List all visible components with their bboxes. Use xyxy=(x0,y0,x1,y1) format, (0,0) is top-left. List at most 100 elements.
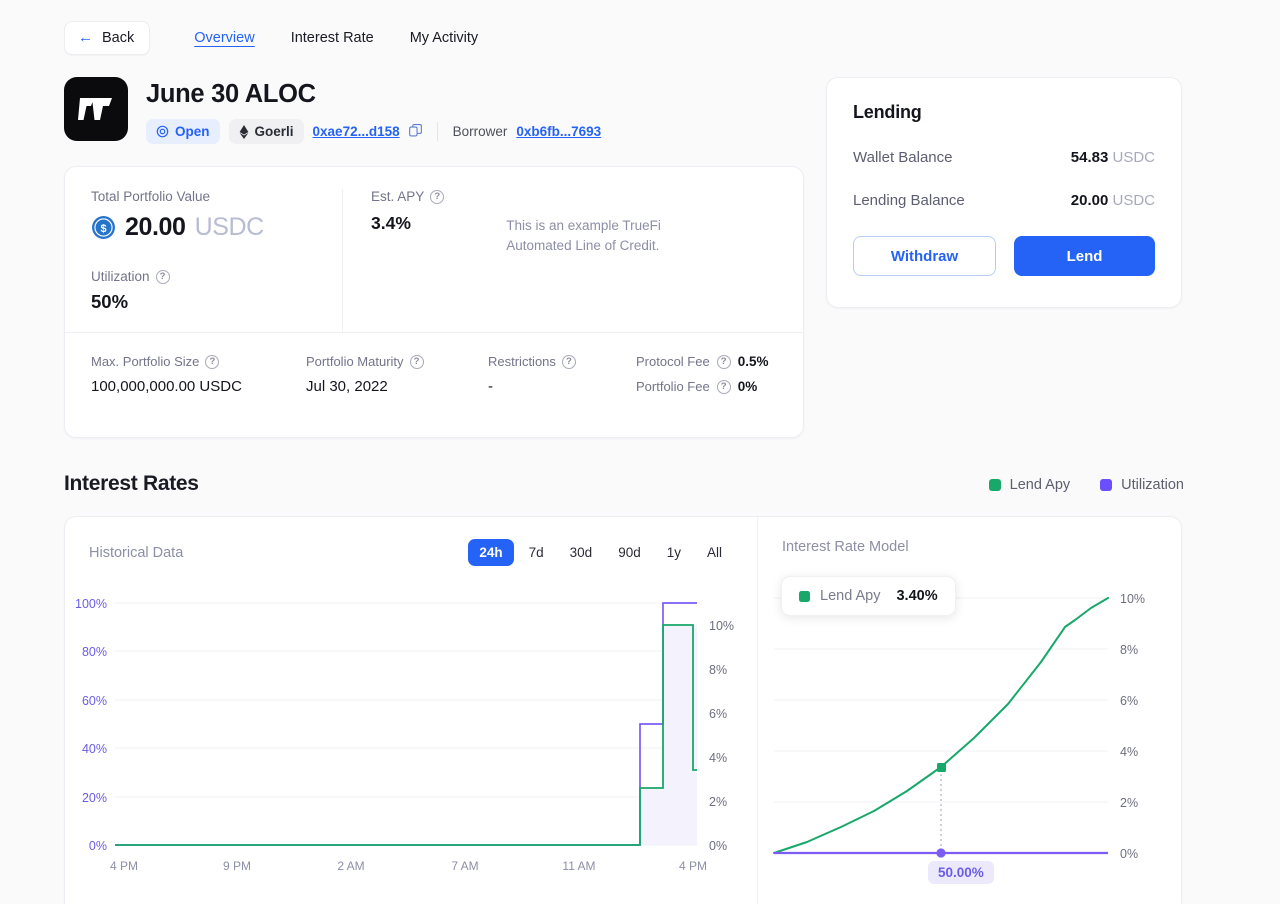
historical-chart-panel: Historical Data 24h 7d 30d 90d 1y All xyxy=(65,517,757,904)
svg-text:4 PM: 4 PM xyxy=(679,859,707,873)
lending-balance-row: Lending Balance 20.00 USDC xyxy=(853,192,1155,209)
lending-title: Lending xyxy=(853,102,1155,123)
portfolio-maturity-label: Portfolio Maturity ? xyxy=(306,354,488,369)
utilization-block: Utilization ? 50% xyxy=(91,269,342,313)
svg-text:6%: 6% xyxy=(709,707,727,721)
max-portfolio-size-value: 100,000,000.00 USDC xyxy=(91,378,306,395)
lend-button[interactable]: Lend xyxy=(1014,236,1155,276)
back-button[interactable]: ← Back xyxy=(64,21,150,55)
legend-swatch-green xyxy=(989,479,1001,491)
est-apy-block: Est. APY ? 3.4% xyxy=(371,189,444,332)
truefi-logo xyxy=(64,77,128,141)
lending-balance-amount: 20.00 xyxy=(1071,192,1109,209)
portfolio-description: This is an example TrueFi Automated Line… xyxy=(506,216,686,332)
top-navigation: ← Back Overview Interest Rate My Activit… xyxy=(64,20,496,56)
lending-card: Lending Wallet Balance 54.83 USDC Lendin… xyxy=(826,77,1182,308)
portfolio-stats-card: Total Portfolio Value $ 20.00 USDC Utili… xyxy=(64,166,804,438)
svg-text:4%: 4% xyxy=(709,751,727,765)
wallet-balance-amount: 54.83 xyxy=(1071,149,1109,166)
utilization-marker-badge: 50.00% xyxy=(928,861,994,884)
help-icon[interactable]: ? xyxy=(156,270,170,284)
max-portfolio-size-label-text: Max. Portfolio Size xyxy=(91,354,199,369)
ethereum-icon xyxy=(239,125,249,139)
status-badge-label: Open xyxy=(175,124,210,139)
help-icon[interactable]: ? xyxy=(717,380,731,394)
help-icon[interactable]: ? xyxy=(717,355,731,369)
chart-tooltip: Lend Apy 3.40% xyxy=(781,576,956,616)
svg-text:0%: 0% xyxy=(709,839,727,853)
meta-divider xyxy=(437,122,438,141)
help-icon[interactable]: ? xyxy=(205,355,219,369)
wallet-balance-currency: USDC xyxy=(1112,149,1155,166)
svg-text:8%: 8% xyxy=(1120,643,1138,657)
portfolio-maturity-block: Portfolio Maturity ? Jul 30, 2022 xyxy=(306,354,488,395)
contract-address-link[interactable]: 0xae72...d158 xyxy=(313,124,400,139)
page-title: June 30 ALOC xyxy=(146,80,601,109)
stats-bottom-row: Max. Portfolio Size ? 100,000,000.00 USD… xyxy=(65,332,803,395)
protocol-fee-row: Protocol Fee ? 0.5% xyxy=(636,354,768,369)
status-badge: Open xyxy=(146,119,220,144)
est-apy-label: Est. APY ? xyxy=(371,189,444,204)
svg-text:11 AM: 11 AM xyxy=(562,859,595,873)
borrower-address-link[interactable]: 0xb6fb...7693 xyxy=(516,124,601,139)
portfolio-maturity-label-text: Portfolio Maturity xyxy=(306,354,404,369)
portfolio-maturity-value: Jul 30, 2022 xyxy=(306,378,488,395)
utilization-label: Utilization ? xyxy=(91,269,342,284)
legend-item-utilization: Utilization xyxy=(1100,477,1184,493)
wallet-balance-label: Wallet Balance xyxy=(853,149,953,166)
svg-text:2%: 2% xyxy=(1120,796,1138,810)
tab-my-activity[interactable]: My Activity xyxy=(392,21,496,55)
legend-label-lend-apy: Lend Apy xyxy=(1010,477,1070,493)
restrictions-label-text: Restrictions xyxy=(488,354,556,369)
arrow-left-icon: ← xyxy=(78,30,93,45)
portfolio-meta: Open Goerli 0xae72...d158 xyxy=(146,119,601,144)
svg-text:8%: 8% xyxy=(709,663,727,677)
back-button-label: Back xyxy=(102,30,134,46)
withdraw-button[interactable]: Withdraw xyxy=(853,236,996,276)
lending-balance-value: 20.00 USDC xyxy=(1071,192,1155,209)
utilization-marker-dot xyxy=(936,848,945,857)
portfolio-header-text: June 30 ALOC Open Goerli 0xae72.. xyxy=(146,77,601,144)
portfolio-fee-row: Portfolio Fee ? 0% xyxy=(636,379,768,394)
gridlines xyxy=(115,603,697,845)
restrictions-block: Restrictions ? - xyxy=(488,354,636,395)
network-badge-label: Goerli xyxy=(255,124,294,139)
borrower-label: Borrower xyxy=(453,124,508,139)
tab-overview[interactable]: Overview xyxy=(176,21,272,55)
total-portfolio-value-currency: USDC xyxy=(195,213,264,242)
max-portfolio-size-block: Max. Portfolio Size ? 100,000,000.00 USD… xyxy=(91,354,306,395)
interest-rates-title: Interest Rates xyxy=(64,472,199,496)
portfolio-header: June 30 ALOC Open Goerli 0xae72.. xyxy=(64,77,601,144)
help-icon[interactable]: ? xyxy=(410,355,424,369)
svg-text:10%: 10% xyxy=(709,619,734,633)
charts-split: Historical Data 24h 7d 30d 90d 1y All xyxy=(65,517,1181,904)
help-icon[interactable]: ? xyxy=(562,355,576,369)
usdc-coin-icon: $ xyxy=(91,215,116,240)
utilization-label-text: Utilization xyxy=(91,269,150,284)
svg-text:10%: 10% xyxy=(1120,592,1145,606)
total-portfolio-value-amount: 20.00 xyxy=(125,213,186,242)
copy-icon[interactable] xyxy=(409,124,422,139)
stats-top-row: Total Portfolio Value $ 20.00 USDC Utili… xyxy=(65,167,803,332)
help-icon[interactable]: ? xyxy=(430,190,444,204)
est-apy-value: 3.4% xyxy=(371,213,444,234)
total-portfolio-value: $ 20.00 USDC xyxy=(91,213,342,242)
tab-interest-rate[interactable]: Interest Rate xyxy=(273,21,392,55)
tooltip-value: 3.40% xyxy=(896,588,937,604)
legend-item-lend-apy: Lend Apy xyxy=(989,477,1070,493)
utilization-series xyxy=(115,603,697,845)
legend-swatch-purple xyxy=(1100,479,1112,491)
svg-text:6%: 6% xyxy=(1120,694,1138,708)
svg-text:100%: 100% xyxy=(75,597,107,611)
svg-text:2 AM: 2 AM xyxy=(337,859,364,873)
svg-text:4 PM: 4 PM xyxy=(110,859,138,873)
portfolio-fee-label: Portfolio Fee xyxy=(636,379,710,394)
apy-and-description: Est. APY ? 3.4% This is an example TrueF… xyxy=(342,189,803,332)
nav-tabs: Overview Interest Rate My Activity xyxy=(176,21,496,55)
historical-chart-plot: 100% 80% 60% 40% 20% 0% 10% 8% 6% 4% 2% … xyxy=(65,517,757,904)
svg-text:0%: 0% xyxy=(89,839,107,853)
total-portfolio-value-label: Total Portfolio Value xyxy=(91,189,342,204)
svg-text:0%: 0% xyxy=(1120,847,1138,861)
lending-balance-currency: USDC xyxy=(1112,192,1155,209)
protocol-fee-label: Protocol Fee xyxy=(636,354,710,369)
